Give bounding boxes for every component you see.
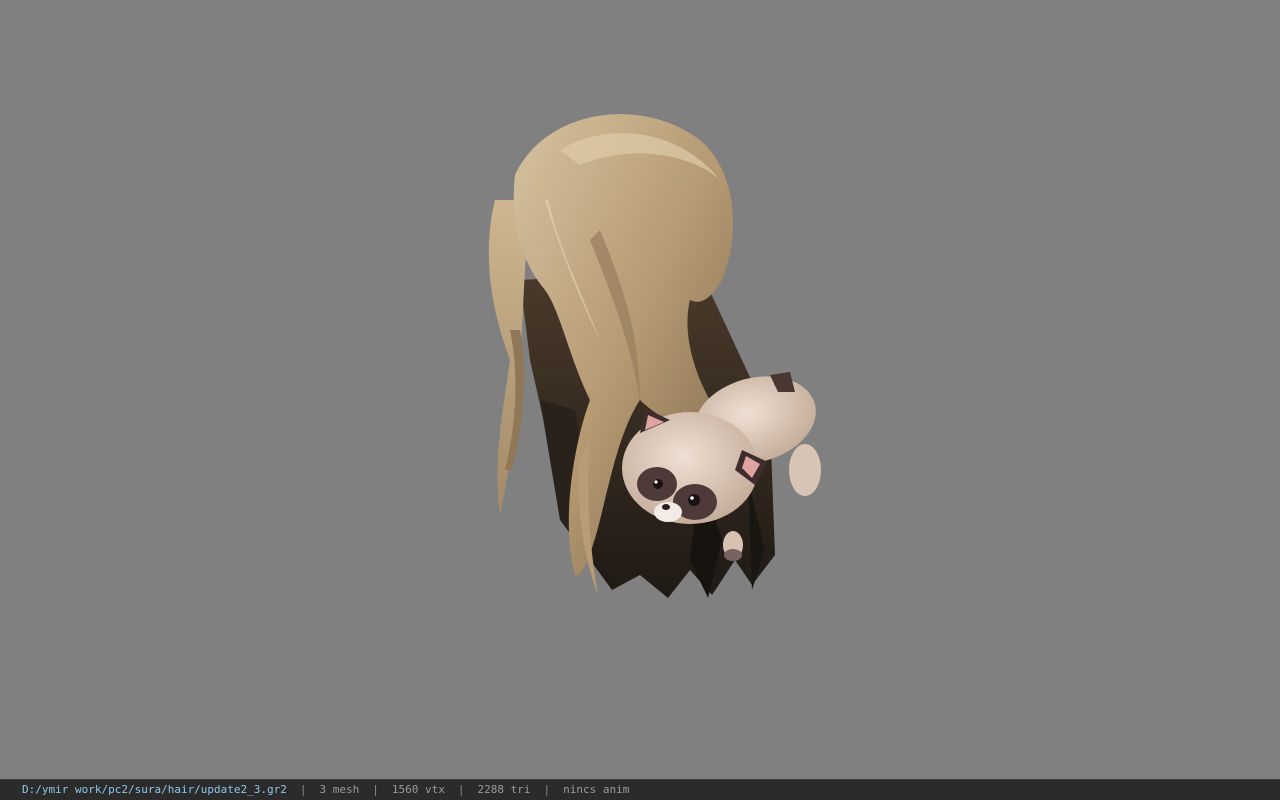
status-file-path: D:/ymir work/pc2/sura/hair/update2_3.gr2 <box>22 783 287 796</box>
status-vertex-count: 1560 vtx <box>391 783 445 796</box>
status-separator: | <box>457 783 465 796</box>
status-separator: | <box>372 783 379 796</box>
model-render <box>488 114 821 598</box>
status-anim: nincs anim <box>563 783 630 796</box>
3d-viewport[interactable] <box>0 0 1280 779</box>
status-bar: D:/ymir work/pc2/sura/hair/update2_3.gr2… <box>0 779 1280 800</box>
status-mesh-count: 3 mesh <box>319 783 360 796</box>
status-separator: | <box>299 783 307 796</box>
status-separator: | <box>543 783 551 796</box>
status-triangle-count: 2288 tri <box>477 783 531 796</box>
